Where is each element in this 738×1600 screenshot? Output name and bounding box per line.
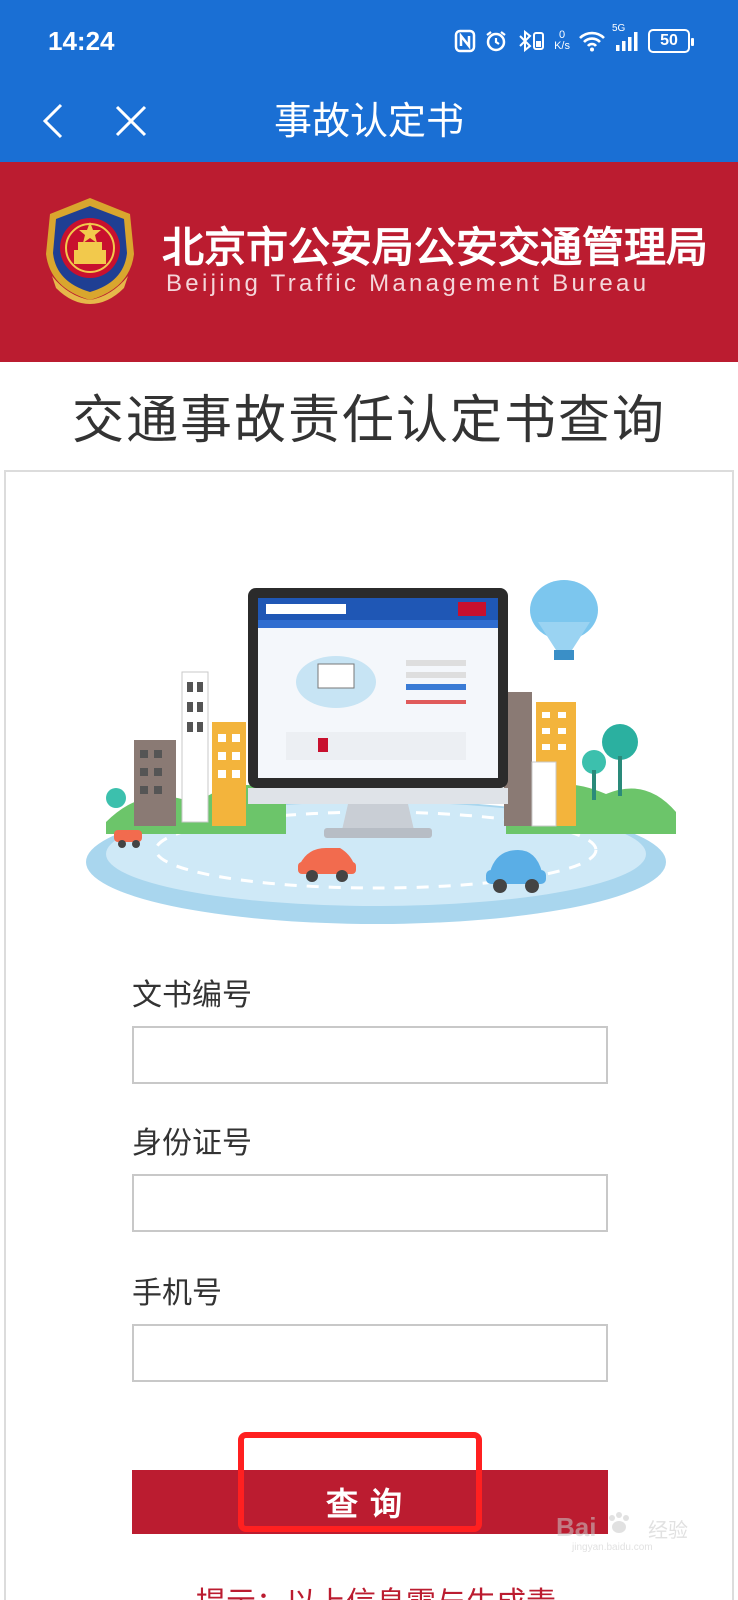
cellular-signal-icon: 5G: [612, 23, 640, 55]
query-card: 文书编号 身份证号 手机号 查询 提示：以上信息需与生成责: [4, 470, 734, 1600]
hint-text: 提示：以上信息需与生成责: [196, 1578, 556, 1600]
status-bar: 14:24 0 K/s 5G 50: [0, 0, 738, 80]
query-button[interactable]: 查询: [132, 1470, 608, 1534]
watermark-brand: Bai: [556, 1512, 597, 1542]
baidu-watermark: Bai 经验 jingyan.baidu.com: [556, 1504, 696, 1554]
phone-input[interactable]: [132, 1324, 608, 1382]
computer-city-illustration: [86, 580, 676, 924]
bureau-banner: 北京市公安局公安交通管理局 Beijing Traffic Management…: [0, 162, 738, 362]
status-icons: 0 K/s 5G 50: [454, 23, 694, 56]
id-number-input[interactable]: [132, 1174, 608, 1232]
network-speed: 0 K/s: [554, 27, 570, 55]
doc-number-label: 文书编号: [132, 978, 252, 1013]
doc-number-input[interactable]: [132, 1026, 608, 1084]
nfc-icon: [454, 27, 476, 55]
id-number-label: 身份证号: [132, 1126, 252, 1161]
watermark-brand-cn: 经验: [648, 1518, 688, 1542]
status-time: 14:24: [48, 26, 115, 56]
nav-title: 事故认定书: [273, 99, 464, 143]
bureau-name-en: Beijing Traffic Management Bureau: [166, 270, 650, 297]
paw-icon: [609, 1512, 629, 1533]
nav-bar: 事故认定书: [0, 80, 738, 162]
wifi-icon: [578, 27, 606, 55]
network-speed-unit: K/s: [554, 40, 570, 52]
battery-indicator: 50: [648, 29, 694, 53]
alarm-icon: [484, 27, 508, 55]
watermark-url: jingyan.baidu.com: [572, 1542, 653, 1553]
page-title: 交通事故责任认定书查询: [71, 391, 666, 451]
police-emblem-icon: [46, 198, 134, 304]
bureau-name-cn: 北京市公安局公安交通管理局: [162, 223, 709, 272]
signal-label: 5G: [612, 23, 626, 34]
bluetooth-battery-icon: [516, 27, 546, 55]
phone-label: 手机号: [132, 1276, 222, 1311]
